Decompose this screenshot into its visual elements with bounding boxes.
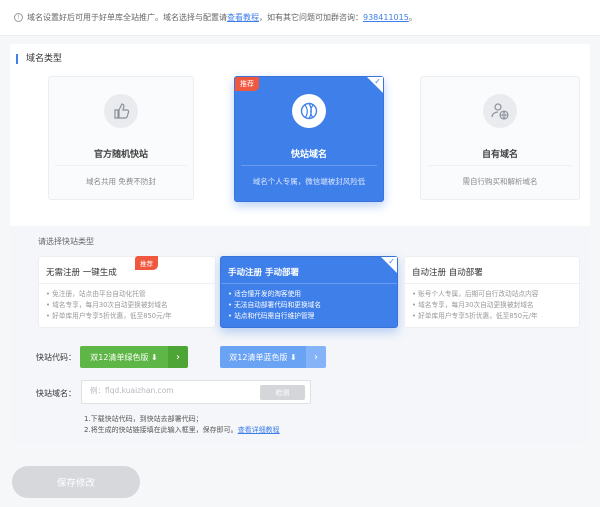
type-card-auto[interactable]: 自动注册 自动部署 账号个人专属，后期可自行改动站点内容 域名专享，每月30次自… (404, 256, 580, 328)
group-number-link[interactable]: 938411015 (363, 13, 409, 22)
notice-text: 域名设置好后可用于好单库全站推广。域名选择与配置请 (27, 13, 227, 22)
feature-item: 域名专享，每月30次自动更换被封域名 (46, 300, 172, 311)
divider (55, 165, 187, 166)
domain-card-sub: 需自行购买和解析域名 (462, 177, 538, 186)
domain-card-official[interactable]: 官方随机快站 域名共用 免费不防封 (48, 76, 194, 200)
tip-line-1: 1.下载快站代码，到快站去部署代码； (84, 415, 203, 423)
user-globe-icon (483, 94, 517, 128)
type-card-title: 自动注册 自动部署 (412, 268, 483, 278)
domain-card-sub: 域名共用 免费不防封 (86, 177, 156, 186)
domain-input-wrapper: 检测 (81, 380, 311, 404)
tutorial-link[interactable]: 查看教程 (227, 12, 259, 23)
tips: 1.下载快站代码，到快站去部署代码； 2.将生成的快站链接填在此输入框里，保存即… (84, 414, 280, 436)
download-icon: ⬇ (148, 352, 158, 362)
feature-item: 账号个人专属，后期可自行改动站点内容 (412, 289, 538, 300)
blue-btn-label: 双12清单蓝色版 (229, 352, 288, 362)
domain-card-own[interactable]: 自有域名 需自行购买和解析域名 (420, 76, 580, 200)
notice-text-2: ，如有其它问题可加群咨询： (259, 13, 363, 22)
domain-card-sub: 域名个人专属，微信端被封风险低 (252, 177, 366, 186)
type-card-features: 免注册，站点由平台自动化托管 域名专享，每月30次自动更换被封域名 好单库用户专… (46, 289, 172, 322)
feature-item: 好单库用户专享5折优惠，低至850元/年 (46, 311, 172, 322)
thumbs-up-icon (104, 94, 138, 128)
check-icon: ✓ (374, 77, 381, 86)
type-card-title: 手动注册 手动部署 (228, 268, 299, 278)
kuaizhan-type-label: 请选择快站类型 (38, 237, 94, 246)
feature-item: 域名专享，每月30次自动更换被封域名 (412, 300, 538, 311)
divider (405, 283, 579, 284)
domain-card-title: 自有域名 (481, 150, 518, 160)
type-card-features: 适合懂开发的淘客使用 无法自动部署代码和更换域名 站点和代码需自行维护管理 (228, 289, 321, 322)
chevron-right-icon: › (168, 346, 188, 368)
feature-item: 适合懂开发的淘客使用 (228, 289, 321, 300)
feature-item: 无法自动部署代码和更换域名 (228, 300, 321, 311)
kuaizhan-type-panel: 请选择快站类型 无需注册 一键生成 推荐 免注册，站点由平台自动化托管 域名专享… (10, 226, 590, 444)
divider (241, 165, 377, 166)
check-domain-button[interactable]: 检测 (260, 385, 305, 400)
divider (221, 283, 397, 284)
chevron-right-icon: › (306, 346, 326, 368)
domain-label: 快站域名： (36, 389, 76, 398)
recommend-badge: 推荐 (135, 256, 158, 270)
feature-item: 好单库用户专享5折优惠，低至850元/年 (412, 311, 538, 322)
download-blue-button[interactable]: 双12清单蓝色版 ⬇ › (220, 346, 326, 368)
recommend-badge: 推荐 (235, 77, 259, 91)
type-card-title: 无需注册 一键生成 (46, 268, 117, 278)
save-button[interactable]: 保存修改 (12, 466, 140, 498)
divider (427, 165, 573, 166)
type-card-one-click[interactable]: 无需注册 一键生成 推荐 免注册，站点由平台自动化托管 域名专享，每月30次自动… (38, 256, 216, 328)
green-btn-label: 双12清单绿色版 (90, 352, 149, 362)
check-icon: ✓ (388, 257, 395, 266)
download-icon: ⬇ (287, 352, 297, 362)
type-card-manual[interactable]: 手动注册 手动部署 ✓ 适合懂开发的淘客使用 无法自动部署代码和更换域名 站点和… (220, 256, 398, 328)
domain-input[interactable] (90, 386, 250, 395)
feature-item: 免注册，站点由平台自动化托管 (46, 289, 172, 300)
feature-item: 站点和代码需自行维护管理 (228, 311, 321, 322)
divider (39, 283, 215, 284)
notice-bar: ! 域名设置好后可用于好单库全站推广。域名选择与配置请 查看教程 ，如有其它问题… (0, 0, 600, 36)
notice-end: 。 (408, 13, 417, 22)
type-card-features: 账号个人专属，后期可自行改动站点内容 域名专享，每月30次自动更换被封域名 好单… (412, 289, 538, 322)
domain-card-title: 快站域名 (290, 150, 327, 160)
volleyball-icon (292, 94, 326, 128)
section-title: 域名类型 (16, 54, 62, 64)
domain-card-kuaizhan[interactable]: 推荐 ✓ 快站域名 域名个人专属，微信端被封风险低 (234, 76, 384, 202)
info-icon: ! (14, 13, 23, 22)
page: ! 域名设置好后可用于好单库全站推广。域名选择与配置请 查看教程 ，如有其它问题… (0, 0, 600, 507)
download-green-button[interactable]: 双12清单绿色版 ⬇ › (80, 346, 188, 368)
domain-card-title: 官方随机快站 (93, 150, 148, 160)
detailed-tutorial-link[interactable]: 查看详细教程 (238, 426, 280, 434)
tip-line-2: 2.将生成的快站链接填在此输入框里，保存即可。 (84, 426, 238, 434)
code-label: 快站代码： (36, 353, 76, 362)
